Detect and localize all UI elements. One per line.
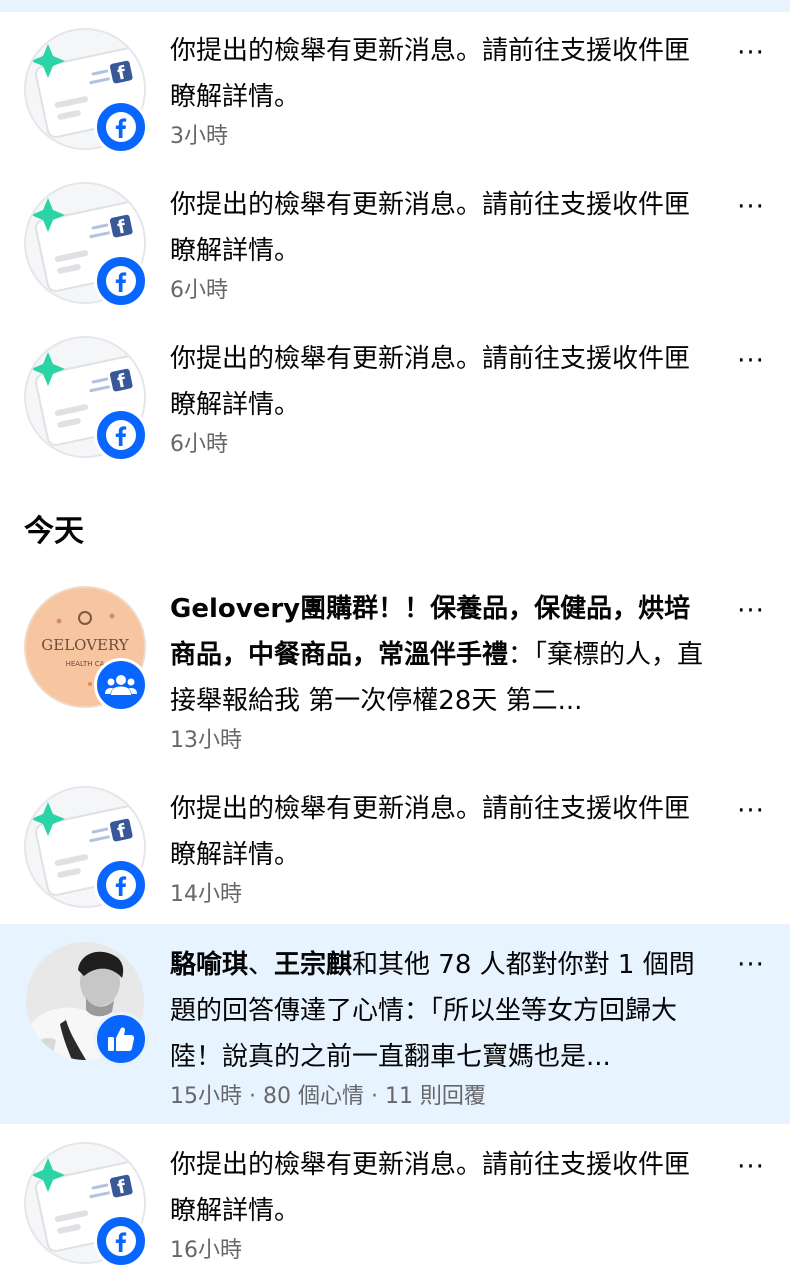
- section-header-today: 今天: [24, 514, 84, 549]
- notification-report-update[interactable]: f 你提出的檢舉有更新消息。請前往支援收件匣瞭解詳情。 14小時 ···: [0, 778, 790, 924]
- notification-time: 6小時: [170, 278, 228, 303]
- avatar: GELOVERY HEALTH CA: [24, 586, 148, 712]
- notification-time: 6小時: [170, 432, 228, 457]
- notification-message: 你提出的檢舉有更新消息。請前往支援收件匣瞭解詳情。: [170, 36, 691, 112]
- more-icon: ···: [737, 192, 765, 222]
- more-options-button[interactable]: ···: [736, 346, 766, 376]
- notification-message: Gelovery團購群！！保養品，保健品，烘培商品，中餐商品，常溫伴手禮：「棄標…: [170, 586, 710, 724]
- facebook-badge-icon: [94, 100, 148, 154]
- notification-report-update[interactable]: f 你提出的檢舉有更新消息。請前往支援收件匣瞭解詳情。 6小時 ···: [0, 174, 790, 324]
- notification-report-update[interactable]: f 你提出的檢舉有更新消息。請前往支援收件匣瞭解詳情。 16小時 ···: [0, 1134, 790, 1280]
- avatar-logo-subtext: HEALTH CA: [66, 660, 105, 668]
- notification-time: 13小時: [170, 728, 242, 753]
- notification-reactions[interactable]: 駱喻琪、王宗麒和其他 78 人都對你對 1 個問題的回答傳達了心情：「所以坐等女…: [0, 924, 790, 1124]
- more-icon: ···: [737, 1152, 765, 1182]
- facebook-badge-icon: [94, 254, 148, 308]
- notification-time: 14小時: [170, 882, 242, 907]
- notification-message: 你提出的檢舉有更新消息。請前往支援收件匣瞭解詳情。: [170, 344, 691, 420]
- avatar: f: [24, 182, 148, 308]
- more-options-button[interactable]: ···: [736, 38, 766, 68]
- notification-report-update[interactable]: f 你提出的檢舉有更新消息。請前往支援收件匣瞭解詳情。 3小時 ···: [0, 20, 790, 170]
- more-options-button[interactable]: ···: [736, 950, 766, 980]
- facebook-badge-icon: [94, 858, 148, 912]
- notification-message: 你提出的檢舉有更新消息。請前往支援收件匣瞭解詳情。: [170, 794, 691, 870]
- more-icon: ···: [737, 346, 765, 376]
- more-options-button[interactable]: ···: [736, 192, 766, 222]
- facebook-badge-icon: [94, 1214, 148, 1268]
- more-icon: ···: [737, 38, 765, 68]
- more-options-button[interactable]: ···: [736, 796, 766, 826]
- avatar: f: [24, 28, 148, 154]
- notification-group-post[interactable]: GELOVERY HEALTH CA Gelovery團購群！！保養品，保健品，…: [0, 578, 790, 758]
- reactor-name: 駱喻琪: [170, 950, 249, 980]
- like-badge-icon: [94, 1012, 148, 1066]
- notification-time: 16小時: [170, 1238, 242, 1263]
- avatar: f: [24, 1142, 148, 1268]
- more-icon: ···: [737, 596, 765, 626]
- reactor-name: 王宗麒: [274, 950, 353, 980]
- notification-message: 你提出的檢舉有更新消息。請前往支援收件匣瞭解詳情。: [170, 1150, 691, 1226]
- notification-message: 你提出的檢舉有更新消息。請前往支援收件匣瞭解詳情。: [170, 190, 691, 266]
- more-options-button[interactable]: ···: [736, 1152, 766, 1182]
- more-icon: ···: [737, 950, 765, 980]
- avatar: f: [24, 336, 148, 462]
- more-icon: ···: [737, 796, 765, 826]
- top-highlight-strip: [0, 0, 790, 12]
- notification-meta: 15小時 · 80 個心情 · 11 則回覆: [170, 1084, 486, 1109]
- notification-message: 駱喻琪、王宗麒和其他 78 人都對你對 1 個問題的回答傳達了心情：「所以坐等女…: [170, 942, 710, 1080]
- avatar-logo-text: GELOVERY: [41, 636, 130, 654]
- more-options-button[interactable]: ···: [736, 596, 766, 626]
- avatar: f: [24, 786, 148, 912]
- facebook-badge-icon: [94, 408, 148, 462]
- group-badge-icon: [94, 658, 148, 712]
- avatar: [24, 940, 148, 1066]
- name-separator: 、: [248, 950, 275, 980]
- notification-report-update[interactable]: f 你提出的檢舉有更新消息。請前往支援收件匣瞭解詳情。 6小時 ···: [0, 328, 790, 478]
- notification-time: 3小時: [170, 124, 228, 149]
